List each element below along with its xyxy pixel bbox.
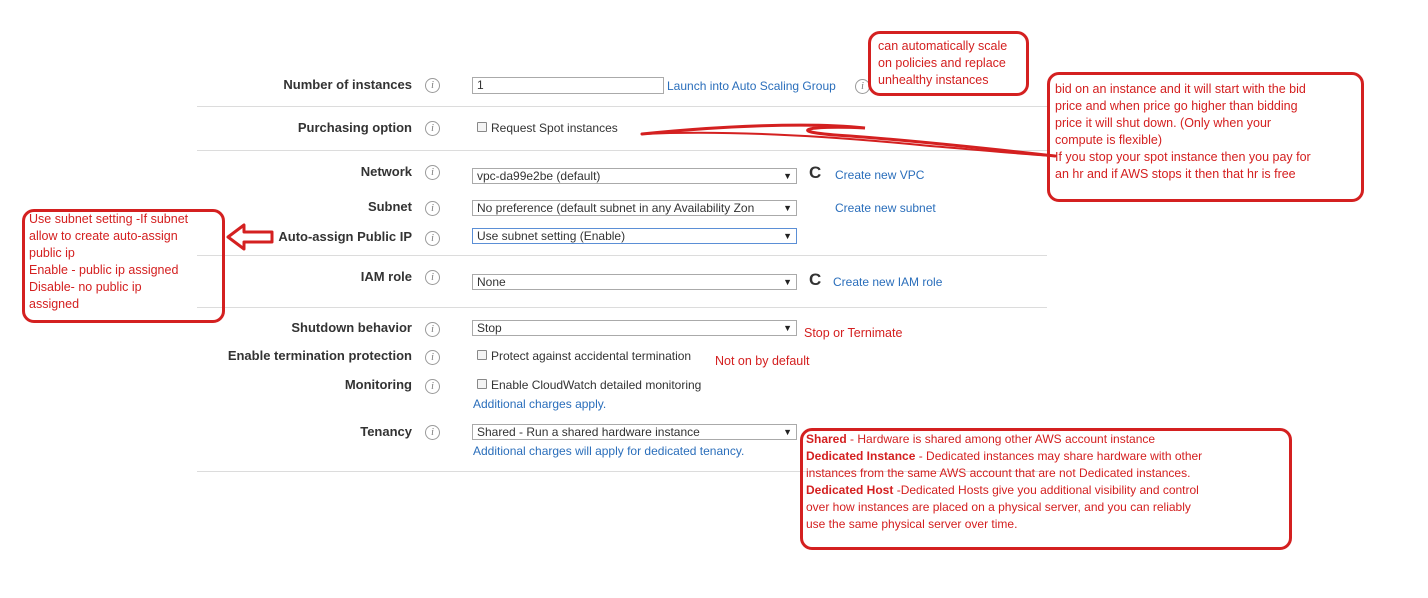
shutdown-behavior-select[interactable]: Stop ▼ (472, 320, 797, 336)
number-of-instances-input[interactable]: 1 (472, 77, 664, 94)
spot-connector-scribble (640, 123, 1057, 158)
tenancy-select[interactable]: Shared - Run a shared hardware instance ▼ (472, 424, 797, 440)
refresh-icon[interactable]: C (809, 270, 821, 290)
termination-protection-text: Protect against accidental termination (491, 349, 692, 363)
termination-protection-checkbox[interactable] (477, 350, 487, 360)
auto-assign-public-ip-label: Auto-assign Public IP (278, 229, 412, 244)
chevron-down-icon: ▼ (783, 277, 792, 287)
chevron-down-icon: ▼ (783, 231, 792, 241)
info-icon[interactable]: i (425, 231, 440, 246)
chevron-down-icon: ▼ (783, 323, 792, 333)
auto-assign-public-ip-select[interactable]: Use subnet setting (Enable) ▼ (472, 228, 797, 244)
shutdown-annotation: Stop or Ternimate (804, 326, 903, 340)
spot-annotation: bid on an instance and it will start wit… (1055, 82, 1311, 181)
request-spot-checkbox[interactable] (477, 122, 487, 132)
launch-into-auto-scaling-link[interactable]: Launch into Auto Scaling Group (667, 79, 836, 93)
info-icon[interactable]: i (425, 379, 440, 394)
create-new-vpc-link[interactable]: Create new VPC (835, 168, 924, 182)
subnet-select[interactable]: No preference (default subnet in any Ava… (472, 200, 797, 216)
iam-role-select[interactable]: None ▼ (472, 274, 797, 290)
tenancy-label: Tenancy (360, 424, 412, 439)
autoscaling-annotation: can automatically scale on policies and … (878, 39, 1008, 87)
create-new-subnet-link[interactable]: Create new subnet (835, 201, 936, 215)
chevron-down-icon: ▼ (783, 171, 792, 181)
info-icon[interactable]: i (425, 78, 440, 93)
termination-protection-label: Enable termination protection (227, 348, 412, 363)
info-icon[interactable]: i (425, 270, 440, 285)
additional-charges-link[interactable]: Additional charges apply. (473, 397, 606, 411)
cloudwatch-monitoring-text: Enable CloudWatch detailed monitoring (491, 378, 702, 392)
info-icon[interactable]: i (425, 350, 440, 365)
network-select[interactable]: vpc-da99e2be (default) ▼ (472, 168, 797, 184)
monitoring-label: Monitoring (344, 377, 412, 392)
request-spot-label: Request Spot instances (491, 121, 618, 135)
create-new-iam-role-link[interactable]: Create new IAM role (833, 275, 942, 289)
cloudwatch-monitoring-checkbox[interactable] (477, 379, 487, 389)
dedicated-tenancy-charges-link[interactable]: Additional charges will apply for dedica… (473, 444, 744, 458)
subnet-label: Subnet (367, 199, 412, 214)
number-of-instances-label: Number of instances (283, 77, 412, 92)
iam-role-label: IAM role (360, 269, 412, 284)
info-icon[interactable]: i (425, 201, 440, 216)
termination-annotation: Not on by default (715, 354, 810, 368)
info-icon[interactable]: i (425, 425, 440, 440)
purchasing-option-label: Purchasing option (297, 120, 412, 135)
left-arrow-icon (226, 223, 274, 251)
info-icon[interactable]: i (425, 322, 440, 337)
chevron-down-icon: ▼ (783, 427, 792, 437)
shutdown-behavior-label: Shutdown behavior (291, 320, 412, 335)
info-icon[interactable]: i (425, 121, 440, 136)
subnet-setting-annotation: Use subnet setting -If subnet allow to c… (29, 212, 189, 311)
tenancy-annotation: Shared - Hardware is shared among other … (806, 432, 1203, 531)
info-icon[interactable]: i (425, 165, 440, 180)
refresh-icon[interactable]: C (809, 163, 821, 183)
network-label: Network (360, 164, 412, 179)
chevron-down-icon: ▼ (783, 203, 792, 213)
